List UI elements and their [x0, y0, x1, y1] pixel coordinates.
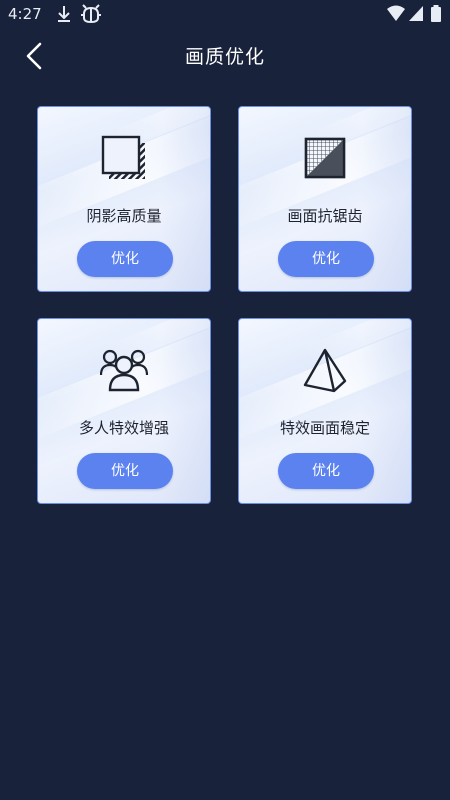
- optimize-button[interactable]: 优化: [278, 453, 374, 489]
- antialias-grid-icon: [302, 135, 348, 185]
- card-multiplayer-effects: 多人特效增强 优化: [37, 318, 211, 504]
- card-effect-stability: 特效画面稳定 优化: [238, 318, 412, 504]
- card-label: 多人特效增强: [78, 419, 169, 437]
- card-label: 特效画面稳定: [279, 419, 370, 437]
- card-label: 阴影高质量: [86, 207, 162, 225]
- page-title: 画质优化: [184, 46, 265, 68]
- shadow-square-icon: [101, 135, 147, 185]
- signal-icon: [408, 4, 424, 26]
- status-time: 4:27: [8, 5, 42, 23]
- optimize-button[interactable]: 优化: [77, 453, 173, 489]
- download-icon: [56, 4, 72, 28]
- status-bar: 4:27: [0, 0, 450, 30]
- wifi-icon: [386, 4, 406, 26]
- optimize-button[interactable]: 优化: [77, 241, 173, 277]
- optimize-button[interactable]: 优化: [278, 241, 374, 277]
- card-anti-aliasing: 画面抗锯齿 优化: [238, 106, 412, 292]
- nav-bar: 画质优化: [0, 30, 450, 84]
- bug-icon: [80, 4, 102, 28]
- battery-icon: [430, 4, 442, 28]
- card-shadow-quality: 阴影高质量 优化: [37, 106, 211, 292]
- pyramid-icon: [302, 347, 348, 397]
- card-label: 画面抗锯齿: [287, 207, 363, 225]
- group-users-icon: [99, 347, 149, 397]
